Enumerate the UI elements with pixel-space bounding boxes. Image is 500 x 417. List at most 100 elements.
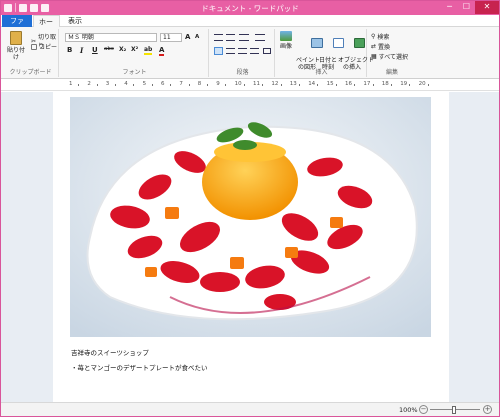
insert-group-label: 挿入: [315, 69, 328, 76]
window-controls: ─ ☐ ✕: [441, 1, 499, 14]
ruler-tick: [96, 84, 98, 86]
ruler-tick: [151, 84, 153, 86]
ruler-mark: 10: [234, 81, 242, 87]
zoom-out-button[interactable]: −: [419, 405, 428, 414]
paragraph-settings-button[interactable]: [263, 48, 271, 54]
zoom-in-button[interactable]: +: [483, 405, 492, 414]
subscript-button[interactable]: X₂: [119, 46, 126, 53]
maximize-button[interactable]: ☐: [458, 1, 475, 14]
copy-label: コピー: [39, 44, 58, 51]
italic-button[interactable]: I: [80, 46, 83, 55]
ruler-tick: [225, 84, 227, 86]
ruler-tick: [391, 84, 392, 86]
bold-button[interactable]: B: [67, 46, 72, 54]
ruler-tick: [262, 84, 264, 86]
ruler[interactable]: 1 2 3 4 5 6 7 8 9 10 11 12 13 14 15 16 17 18 19 20: [1, 79, 499, 91]
clipboard-group-label: クリップボード: [9, 69, 52, 76]
superscript-button[interactable]: X²: [131, 46, 138, 53]
picture-button[interactable]: 画像: [278, 31, 294, 50]
ruler-tick: [299, 84, 300, 86]
strikethrough-button[interactable]: abc: [104, 46, 114, 52]
ruler-tick: [170, 84, 172, 86]
replace-label: 置換: [378, 44, 391, 51]
replace-icon: ⇄: [371, 43, 377, 50]
ruler-mark: 6: [161, 81, 165, 87]
dessert-photo: [70, 97, 431, 337]
clipboard-group: 貼り付け ✂ 切り取り コピー クリップボード: [3, 29, 59, 77]
copy-button[interactable]: コピー: [31, 42, 57, 51]
justify-button[interactable]: [250, 48, 259, 54]
datetime-button[interactable]: 日付と 時刻: [318, 31, 345, 85]
font-group-label: フォント: [122, 69, 147, 76]
ribbon: 貼り付け ✂ 切り取り コピー クリップボード ＭＳ 明朝 11 A A B I…: [1, 27, 499, 79]
picture-label: 画像: [279, 43, 292, 50]
insert-object-button[interactable]: オブジェクト の挿入: [338, 31, 374, 85]
document-line-title[interactable]: 吉祥寺のスイーツショップ: [71, 347, 149, 357]
picture-icon: [280, 31, 292, 41]
document-line-body[interactable]: ・苺とマンゴーのデザートプレートが食べたい: [71, 362, 208, 372]
align-center-button[interactable]: [226, 48, 235, 54]
minimize-button[interactable]: ─: [441, 1, 458, 14]
tab-view[interactable]: 表示: [63, 15, 87, 27]
title-bar: ドキュメント - ワードパッド ─ ☐ ✕: [1, 1, 499, 15]
select-all-icon: ▦: [371, 53, 377, 60]
font-color-button[interactable]: A: [159, 46, 165, 56]
ruler-tick: [354, 84, 356, 86]
line-spacing-button[interactable]: [255, 34, 265, 41]
replace-button[interactable]: ⇄ 置換: [371, 42, 390, 51]
find-button[interactable]: ⚲ 検索: [371, 32, 389, 41]
paint-drawing-button[interactable]: ペイント の図形: [296, 31, 324, 85]
ruler-mark: 16: [345, 81, 352, 87]
font-size-select[interactable]: 11: [160, 33, 182, 42]
align-right-button[interactable]: [238, 48, 247, 54]
font-group: ＭＳ 明朝 11 A A B I U abc X₂ X² ab A フォント: [61, 29, 209, 77]
edit-group-label: 編集: [385, 69, 398, 76]
align-left-button[interactable]: [214, 47, 223, 55]
tab-file[interactable]: ファイル: [2, 15, 32, 37]
ruler-tick: [78, 84, 80, 86]
close-button[interactable]: ✕: [475, 1, 499, 14]
ruler-tick: [243, 84, 245, 86]
bullets-button[interactable]: [239, 34, 249, 41]
wordpad-window: ドキュメント - ワードパッド ─ ☐ ✕ ファイル ホーム 表示 貼り付け ✂…: [0, 0, 500, 417]
ruler-mark: 3: [105, 81, 110, 87]
ruler-mark: 14: [308, 81, 316, 87]
zoom-level: 100%: [399, 406, 418, 414]
decrease-indent-button[interactable]: [214, 34, 223, 41]
ribbon-tabs: ファイル ホーム 表示: [1, 15, 499, 38]
ruler-tick: [335, 84, 337, 86]
paste-button[interactable]: 貼り付け: [5, 31, 27, 61]
zoom-slider-thumb[interactable]: [452, 406, 456, 414]
window-title: ドキュメント - ワードパッド: [201, 4, 299, 13]
tab-home[interactable]: ホーム: [33, 15, 60, 38]
ruler-mark: 1: [69, 81, 73, 87]
underline-button[interactable]: U: [92, 46, 98, 54]
paragraph-group-label: 段落: [236, 69, 249, 76]
ruler-tick: [317, 84, 319, 86]
ruler-tick: [188, 84, 190, 86]
ruler-mark: 9: [216, 81, 220, 87]
select-all-button[interactable]: ▦ すべて選択: [371, 52, 408, 61]
ruler-mark: 7: [179, 81, 183, 87]
ruler-tick: [133, 84, 135, 86]
font-family-select[interactable]: ＭＳ 明朝: [65, 33, 157, 42]
dessert-plate-image[interactable]: [70, 97, 431, 337]
paragraph-group: 段落: [211, 29, 275, 77]
insert-group: 画像 ペイント の図形 日付と 時刻 オブジェクト の挿入 挿入: [277, 29, 374, 77]
binoculars-icon: ⚲: [371, 33, 376, 40]
grow-font-button[interactable]: A: [185, 33, 190, 41]
ruler-mark: 11: [253, 81, 260, 87]
shrink-font-button[interactable]: A: [195, 34, 199, 40]
ruler-tick: [280, 84, 282, 86]
ruler-mark: 2: [87, 81, 91, 87]
ruler-tick: [207, 84, 208, 86]
paste-icon: [10, 31, 22, 45]
paste-label: 貼り付け: [6, 47, 25, 61]
ruler-mark: 20: [418, 81, 426, 87]
ruler-mark: 17: [363, 81, 371, 87]
ruler-mark: 15: [326, 81, 334, 87]
highlight-button[interactable]: ab: [144, 46, 153, 55]
select-all-label: すべて選択: [378, 54, 409, 61]
increase-indent-button[interactable]: [226, 34, 235, 41]
ruler-tick: [115, 84, 116, 86]
